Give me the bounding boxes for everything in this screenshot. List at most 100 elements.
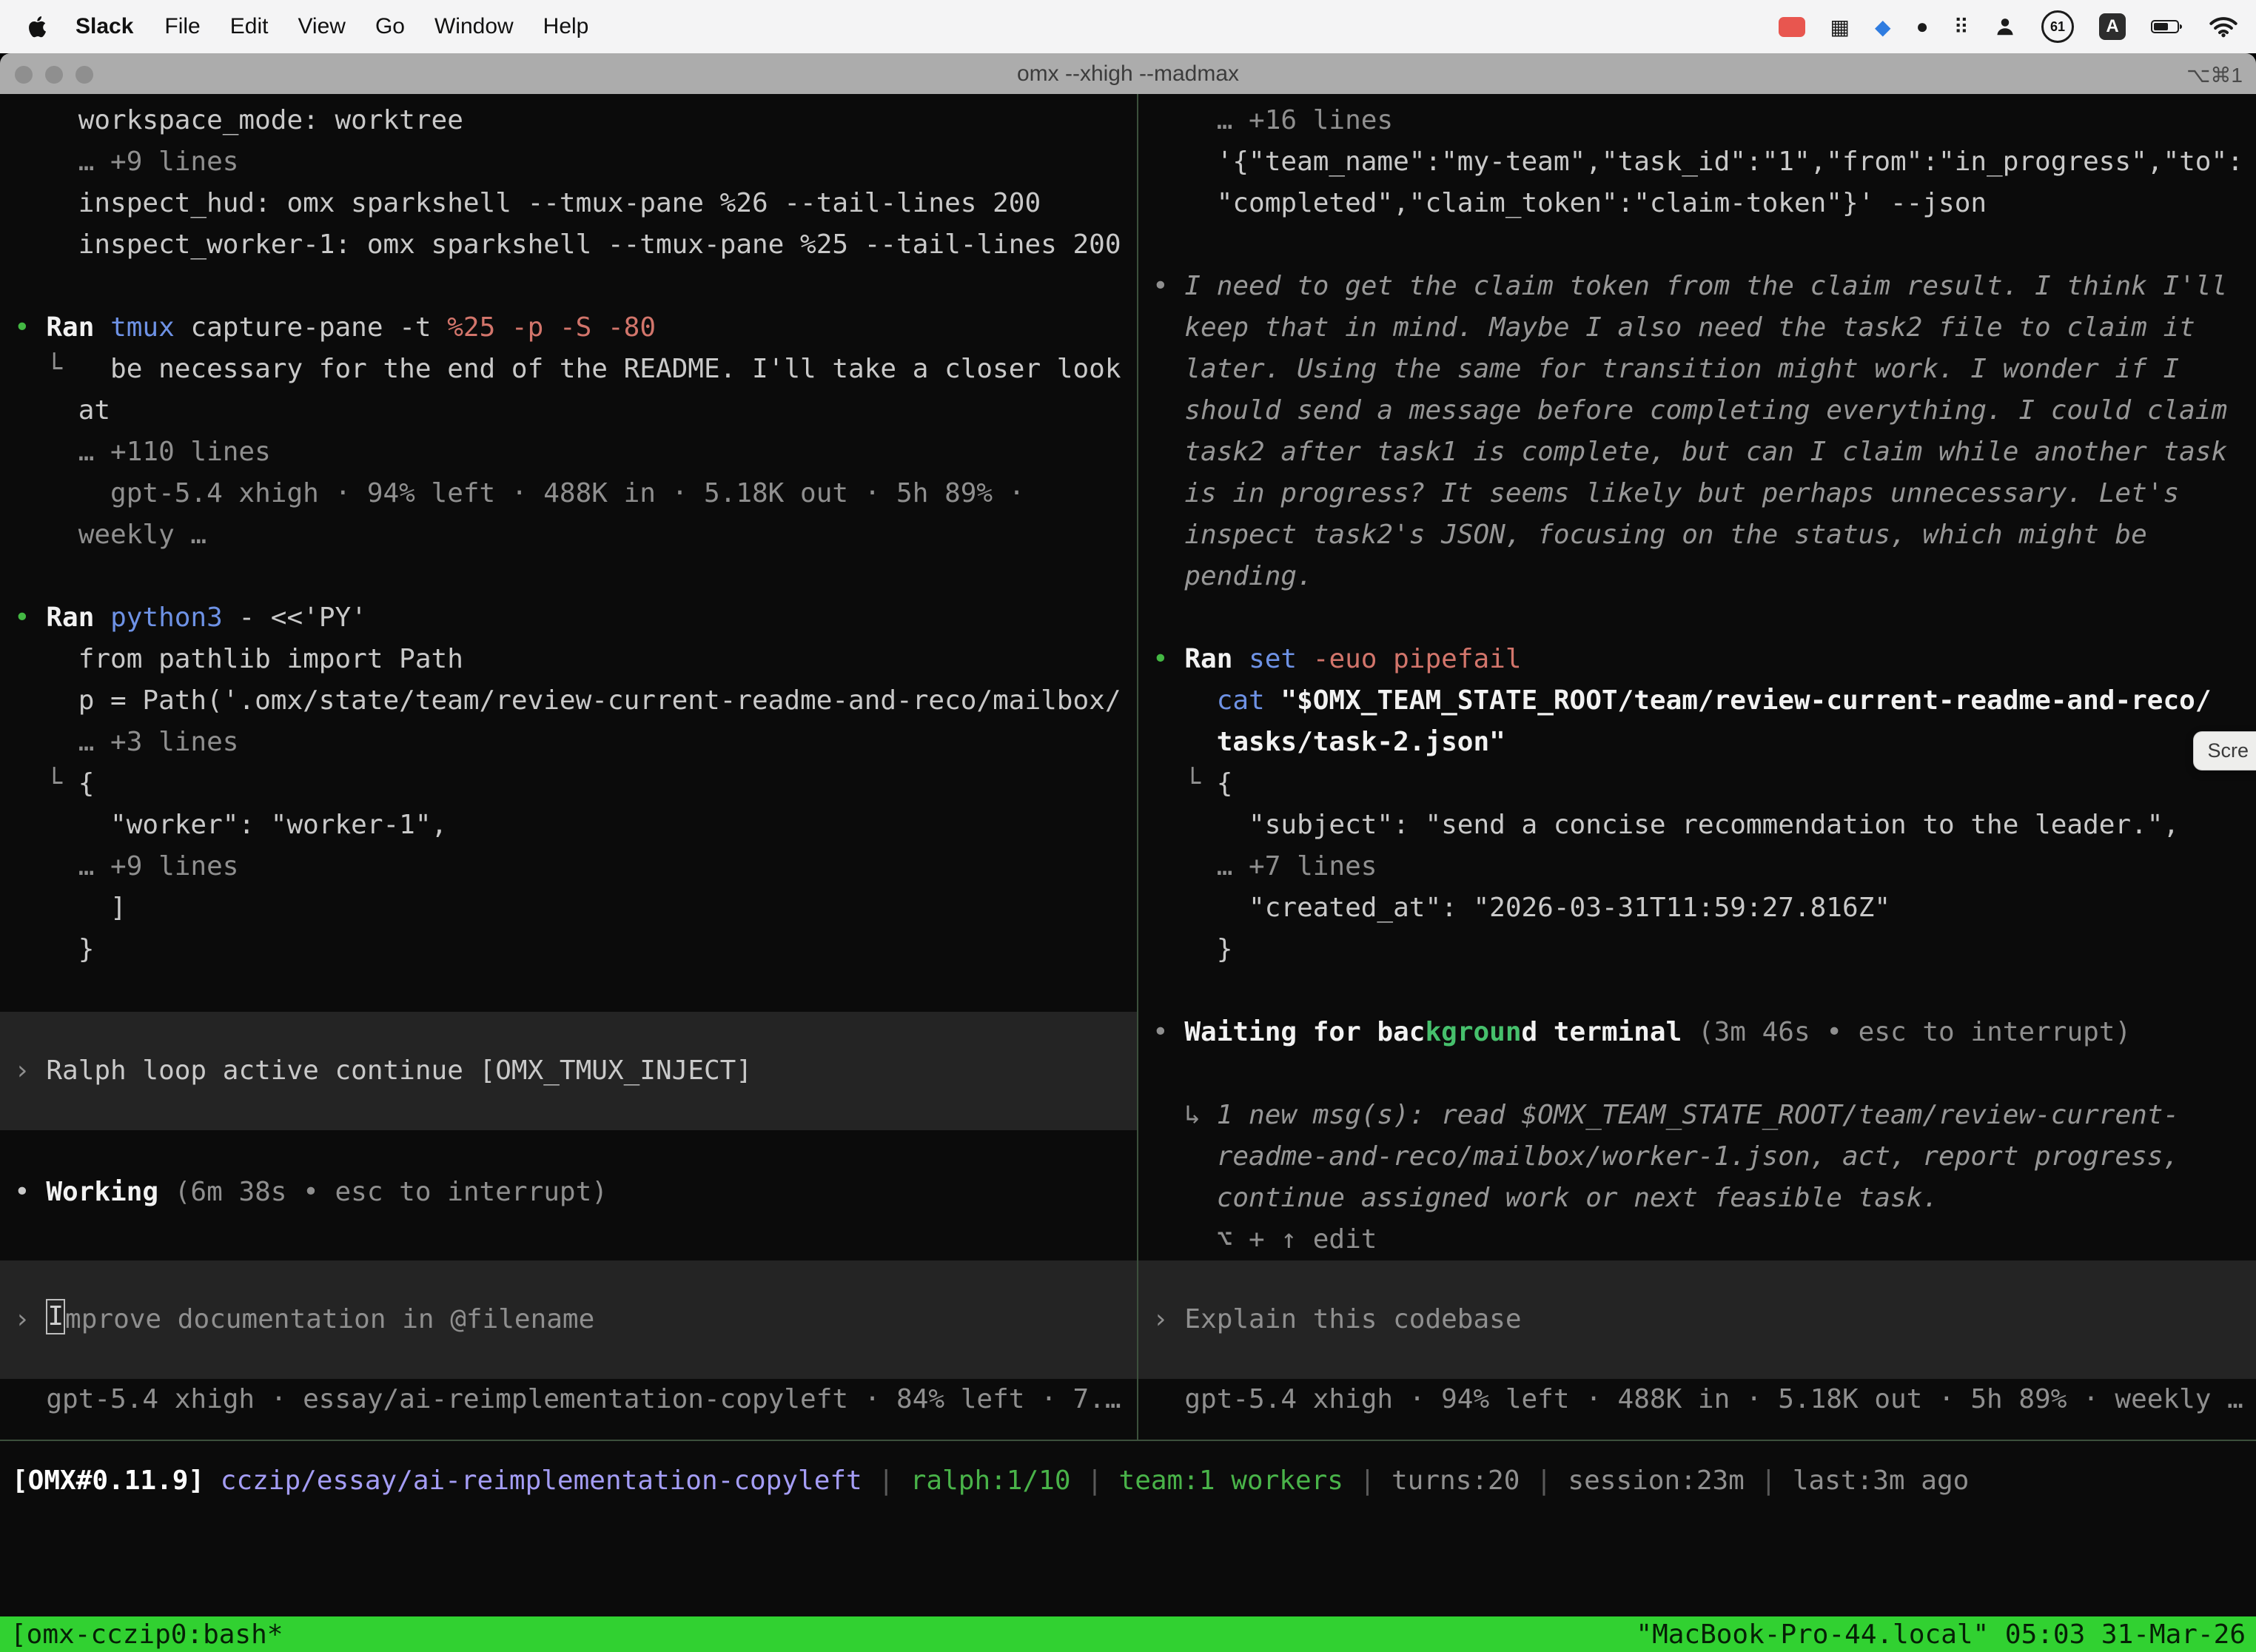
menu-edit[interactable]: Edit — [215, 14, 283, 39]
tool-call-python: • Ran python3 - <<'PY' — [0, 597, 1137, 639]
text-segment: … +16 lines — [1152, 105, 1393, 135]
text-segment: ⌥ + ↑ edit — [1152, 1224, 1377, 1255]
terminal-line: "completed","claim_token":"claim-token"}… — [1138, 183, 2256, 224]
window-title: omx --xhigh --madmax — [1017, 61, 1239, 87]
terminal-line: … +16 lines — [1138, 100, 2256, 141]
apple-menu-icon[interactable] — [18, 14, 59, 39]
text-segment: Ran — [46, 602, 110, 633]
battery-icon[interactable] — [2151, 19, 2183, 35]
person-icon[interactable] — [1994, 16, 2016, 38]
text-segment: Ran — [1184, 644, 1249, 674]
text-segment: Ran — [46, 312, 110, 343]
wifi-icon[interactable] — [2209, 16, 2238, 38]
battery-percent-badge[interactable]: 61 — [2041, 10, 2074, 43]
terminal-line: task2 after task1 is complete, but can I… — [1138, 432, 2256, 473]
terminal-line: … +9 lines — [0, 846, 1137, 887]
text-segment: pending. — [1152, 561, 1313, 591]
screen-overlay-tooltip[interactable]: Scre — [2193, 731, 2256, 770]
text-segment: • — [1152, 271, 1184, 301]
menu-view[interactable]: View — [283, 14, 360, 39]
text-segment: set — [1249, 644, 1297, 674]
dots-grid-icon[interactable]: ⠿ — [1953, 15, 1969, 39]
text-segment: 1 new msg(s): read $OMX_TEAM_STATE_ROOT/… — [1217, 1100, 2179, 1130]
app-menu-slack[interactable]: Slack — [59, 14, 150, 39]
blue-app-icon[interactable]: ◆ — [1875, 15, 1891, 39]
black-dot-icon[interactable]: ● — [1916, 15, 1929, 38]
mailbox-notice: ↳ 1 new msg(s): read $OMX_TEAM_STATE_ROO… — [1138, 1095, 2256, 1136]
text-segment: cczip/essay/ai-reimplementation-copyleft — [221, 1465, 862, 1496]
text-segment: gpt-5.4 xhigh · essay/ai-reimplementatio… — [14, 1384, 1121, 1414]
text-segment: cat — [1217, 685, 1281, 716]
minimize-button[interactable] — [45, 66, 63, 84]
text-segment: … +9 lines — [14, 851, 238, 882]
text-segment: Working — [46, 1177, 158, 1207]
text-segment: later. Using the same for transition mig… — [1152, 354, 2179, 384]
pane-footer-left: gpt-5.4 xhigh · essay/ai-reimplementatio… — [0, 1379, 1137, 1420]
terminal-line: later. Using the same for transition mig… — [1138, 349, 2256, 390]
menu-go[interactable]: Go — [360, 14, 420, 39]
desktop: Slack File Edit View Go Window Help ▦ ◆ … — [0, 0, 2256, 1652]
text-segment: task2 after task1 is complete, but can I… — [1152, 437, 2227, 467]
text-segment: › — [14, 1055, 46, 1086]
terminal-line: "worker": "worker-1", — [0, 805, 1137, 846]
tool-call-cat: • Ran set -euo pipefail — [1138, 639, 2256, 680]
terminal-line: } — [0, 929, 1137, 970]
menu-bar: Slack File Edit View Go Window Help ▦ ◆ … — [0, 0, 2256, 53]
left-pane[interactable]: workspace_mode: worktree … +9 lines insp… — [0, 94, 1137, 1440]
terminal-line: inspect task2's JSON, focusing on the st… — [1138, 514, 2256, 556]
tmux-session-window: [omx-cczip0:bash* — [10, 1619, 283, 1650]
text-segment: • — [1152, 1017, 1184, 1047]
text-segment: ] — [14, 893, 127, 923]
close-button[interactable] — [15, 66, 33, 84]
text-segment: › Explain this codebase — [1152, 1304, 1522, 1334]
menu-window[interactable]: Window — [420, 14, 528, 39]
blank-line — [1138, 1053, 2256, 1095]
terminal-line: workspace_mode: worktree — [0, 100, 1137, 141]
tmux-status-bar: [omx-cczip0:bash* "MacBook-Pro-44.local"… — [0, 1616, 2256, 1652]
text-segment: be necessary for the end of the README. … — [110, 354, 1121, 384]
text-segment: | — [1520, 1465, 1568, 1496]
text-segment: (6m 38s • esc to interrupt) — [158, 1177, 608, 1207]
text-segment: '{"team_name":"my-team","task_id":"1","f… — [1152, 147, 2243, 177]
text-segment: • — [14, 1177, 46, 1207]
terminal-line: p = Path('.omx/state/team/review-current… — [0, 680, 1137, 722]
text-segment — [1152, 685, 1217, 716]
zoom-button[interactable] — [75, 66, 93, 84]
blank-line — [0, 556, 1137, 597]
text-segment: should send a message before completing … — [1152, 395, 2227, 426]
text-segment: ↳ — [1152, 1100, 1217, 1130]
right-terminal-output: … +16 lines '{"team_name":"my-team","tas… — [1138, 100, 2256, 1260]
terminal-line: gpt-5.4 xhigh · 94% left · 488K in · 5.1… — [0, 473, 1137, 514]
prompt-input-left[interactable]: › Improve documentation in @filename — [0, 1260, 1137, 1379]
text-cursor: I — [46, 1299, 65, 1334]
text-segment: [OMX#0.11.9] — [12, 1465, 221, 1496]
text-segment: workspace_mode: worktree — [14, 105, 463, 135]
text-segment: | — [1343, 1465, 1391, 1496]
screen-record-icon[interactable] — [1779, 17, 1805, 37]
terminal-line: … +3 lines — [0, 722, 1137, 763]
blank-line — [0, 970, 1137, 1012]
input-source-icon[interactable]: A — [2099, 13, 2126, 40]
text-segment: tmux — [110, 312, 175, 343]
blank-line — [0, 1130, 1137, 1172]
terminal-line: weekly … — [0, 514, 1137, 556]
thinking-text: • I need to get the claim token from the… — [1138, 266, 2256, 307]
text-segment: %25 -p -S -80 — [447, 312, 656, 343]
text-segment: … +3 lines — [14, 727, 238, 757]
ralph-loop-banner[interactable]: › Ralph loop active continue [OMX_TMUX_I… — [0, 1012, 1137, 1130]
text-segment: weekly … — [14, 520, 207, 550]
text-segment: › — [14, 1304, 46, 1334]
terminal-line: from pathlib import Path — [0, 639, 1137, 680]
terminal-line: └ { — [0, 763, 1137, 805]
menu-help[interactable]: Help — [528, 14, 604, 39]
text-segment: | — [862, 1465, 910, 1496]
right-pane[interactable]: … +16 lines '{"team_name":"my-team","tas… — [1138, 94, 2256, 1440]
terminal-line: inspect_hud: omx sparkshell --tmux-pane … — [0, 183, 1137, 224]
blank-line — [1138, 597, 2256, 639]
prompt-input-right[interactable]: › Explain this codebase — [1138, 1260, 2256, 1379]
text-segment: └ — [1152, 768, 1217, 799]
text-segment: I need to get the claim token from the c… — [1184, 271, 2227, 301]
menu-file[interactable]: File — [150, 14, 215, 39]
keyboard-grid-icon[interactable]: ▦ — [1830, 15, 1850, 39]
window-titlebar[interactable]: omx --xhigh --madmax ⌥⌘1 — [0, 53, 2256, 94]
